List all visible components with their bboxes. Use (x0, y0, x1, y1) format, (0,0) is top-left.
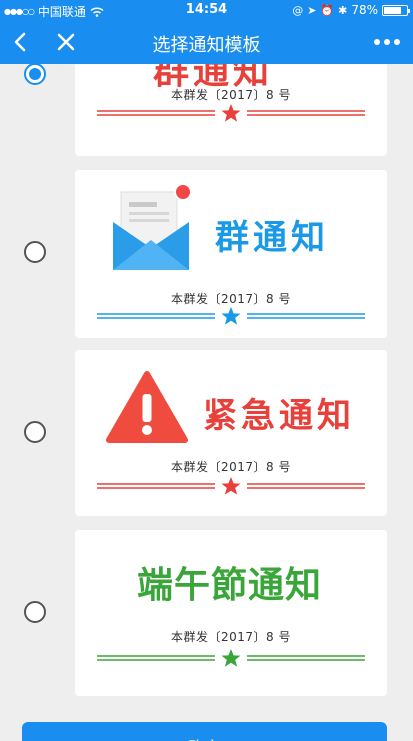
template-radio-3[interactable] (24, 421, 46, 443)
envelope-icon (113, 183, 192, 270)
warning-icon (106, 371, 188, 443)
template-card-2[interactable]: 群通知 本群发〔2017〕8 号 (75, 170, 387, 338)
header: ●●●○○ 中国联通 14:54 @ ➤ ⏰ ✱ 78% 选择通知模板 (0, 0, 413, 64)
page-title: 选择通知模板 (152, 35, 261, 56)
battery-percent: 78% (351, 3, 378, 17)
divider-star-4 (97, 649, 365, 667)
template-radio-1[interactable] (24, 63, 46, 85)
battery-fill (384, 6, 402, 14)
template-radio-4[interactable] (24, 601, 46, 623)
template-doc-number-1: 本群发〔2017〕8 号 (171, 88, 291, 102)
template-option-4[interactable]: 端午節通知 本群发〔2017〕8 号 (0, 528, 413, 698)
battery-icon (382, 4, 410, 16)
nav-bar: 选择通知模板 (0, 20, 413, 64)
template-doc-number-2: 本群发〔2017〕8 号 (171, 292, 291, 306)
bluetooth-icon: ✱ (338, 3, 348, 17)
divider-star-1 (97, 104, 365, 122)
status-bar: ●●●○○ 中国联通 14:54 @ ➤ ⏰ ✱ 78% (0, 0, 413, 20)
rotation-lock-icon: @ (292, 3, 304, 17)
template-doc-number-3: 本群发〔2017〕8 号 (171, 460, 291, 474)
template-doc-number-4: 本群发〔2017〕8 号 (171, 630, 291, 644)
confirm-button[interactable]: 确定 (22, 722, 387, 741)
more-dots-icon[interactable] (367, 24, 407, 60)
template-card-3[interactable]: 紧急通知 本群发〔2017〕8 号 (75, 350, 387, 516)
template-title-4: 端午節通知 (137, 564, 323, 606)
template-title-3: 紧急通知 (203, 396, 355, 436)
alarm-icon: ⏰ (320, 3, 335, 17)
template-card-4[interactable]: 端午節通知 本群发〔2017〕8 号 (75, 530, 387, 696)
location-icon: ➤ (307, 3, 317, 17)
template-title-2: 群通知 (215, 218, 329, 258)
divider-star-2 (97, 307, 365, 325)
template-option-2[interactable]: 群通知 本群发〔2017〕8 号 (0, 168, 413, 338)
divider-star-3 (97, 477, 365, 495)
template-radio-2[interactable] (24, 241, 46, 263)
template-option-3[interactable]: 紧急通知 本群发〔2017〕8 号 (0, 348, 413, 518)
